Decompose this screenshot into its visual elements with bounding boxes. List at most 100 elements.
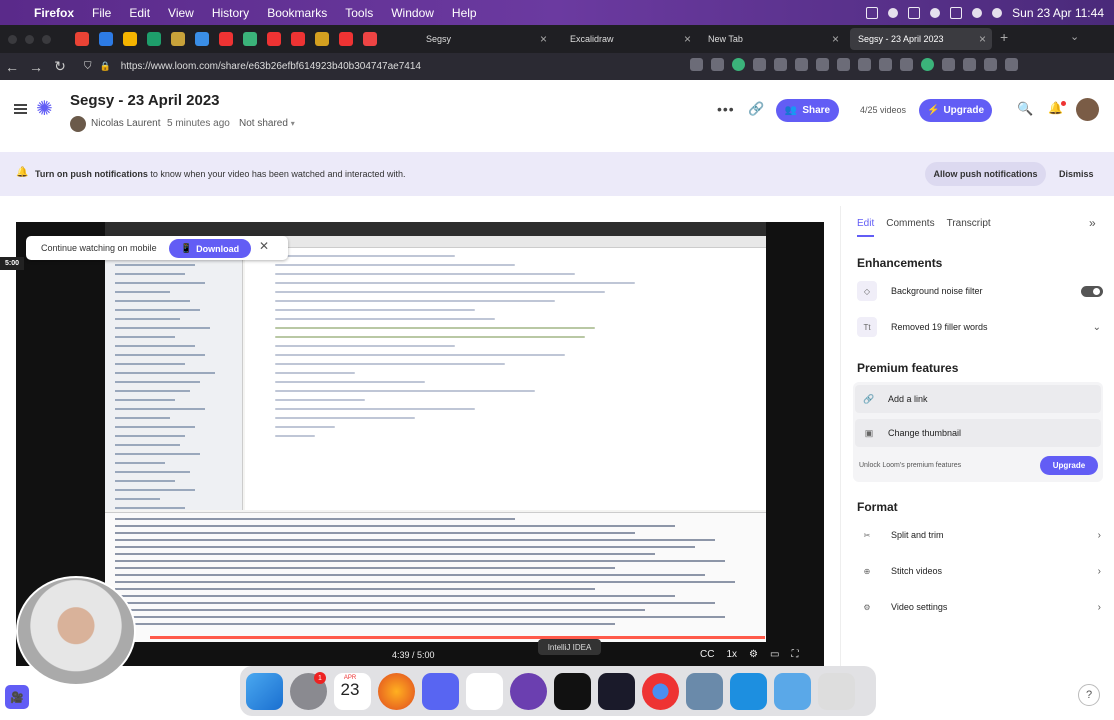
discord-icon[interactable] — [422, 672, 459, 710]
terminal-icon[interactable] — [598, 672, 635, 710]
tab-excalidraw[interactable]: Excalidraw × — [562, 28, 697, 50]
search-icon[interactable]: 🔍 — [1017, 101, 1033, 117]
shield-icon[interactable]: ⛉ — [84, 61, 92, 72]
record-camera-icon[interactable]: 🎥 — [5, 685, 29, 709]
extension-icon[interactable] — [816, 58, 829, 71]
menu-help[interactable]: Help — [452, 6, 477, 20]
youtube-icon[interactable] — [291, 32, 305, 46]
captions-icon[interactable]: CC — [700, 649, 714, 660]
share-button[interactable]: 👥 Share — [776, 99, 839, 122]
extension-icon[interactable] — [900, 58, 913, 71]
firefox-icon[interactable] — [378, 672, 415, 710]
help-icon[interactable]: ? — [1078, 684, 1100, 706]
finder-icon[interactable] — [246, 672, 283, 710]
noise-filter-toggle[interactable] — [1081, 285, 1103, 297]
hamburger-icon[interactable] — [14, 104, 27, 114]
status-icon[interactable] — [950, 6, 963, 19]
tab-edit[interactable]: Edit — [857, 218, 875, 237]
video-player[interactable] — [16, 222, 824, 666]
dismiss-button[interactable]: Dismiss — [1059, 169, 1094, 179]
lock-icon[interactable]: 🔒 — [100, 61, 111, 72]
status-icon[interactable] — [866, 6, 879, 19]
menu-edit[interactable]: Edit — [129, 6, 150, 20]
tab-transcript[interactable]: Transcript — [947, 218, 991, 237]
control-center-icon[interactable] — [992, 7, 1003, 18]
extension-icon[interactable] — [858, 58, 871, 71]
tab-new-tab[interactable]: New Tab × — [700, 28, 845, 50]
menu-view[interactable]: View — [168, 6, 194, 20]
extension-icon[interactable] — [942, 58, 955, 71]
status-icon[interactable] — [888, 7, 899, 18]
menu-history[interactable]: History — [212, 6, 249, 20]
docker-icon[interactable] — [730, 672, 767, 710]
upgrade-button[interactable]: ⚡ Upgrade — [919, 99, 992, 122]
progress-bar[interactable] — [150, 636, 765, 639]
extension-icon[interactable] — [984, 58, 997, 71]
add-link-row[interactable]: 🔗 Add a link — [855, 385, 1101, 413]
split-trim-row[interactable]: ✂ Split and trim › — [857, 521, 1103, 549]
speed-button[interactable]: 1x — [726, 649, 737, 660]
youtube-icon[interactable] — [219, 32, 233, 46]
sidebar-upgrade-button[interactable]: Upgrade — [1040, 456, 1098, 475]
pinned-tab-icon[interactable] — [363, 32, 377, 46]
extension-icon[interactable] — [921, 58, 934, 71]
close-icon[interactable]: × — [540, 32, 547, 46]
gmail-icon[interactable] — [75, 32, 89, 46]
settings-icon[interactable]: ⚙ — [749, 649, 758, 660]
camera-bubble[interactable] — [16, 576, 136, 686]
extension-icon[interactable] — [795, 58, 808, 71]
status-icon[interactable] — [908, 6, 921, 19]
close-icon[interactable]: × — [979, 32, 986, 46]
video-settings-row[interactable]: ⚙ Video settings › — [857, 593, 1103, 621]
extension-icon[interactable] — [774, 58, 787, 71]
filler-words-row[interactable]: Tt Removed 19 filler words ⌄ — [857, 313, 1103, 341]
star-icon[interactable] — [753, 58, 766, 71]
theater-icon[interactable]: ▭ — [770, 649, 779, 660]
emacs-icon[interactable] — [510, 672, 547, 710]
menu-icon[interactable] — [1005, 58, 1018, 71]
change-thumbnail-row[interactable]: ▣ Change thumbnail — [855, 419, 1101, 447]
download-button[interactable]: 📱 Download — [169, 239, 251, 258]
extension-icon[interactable] — [963, 58, 976, 71]
trash-icon[interactable] — [818, 672, 855, 710]
window-zoom-button[interactable] — [42, 34, 51, 44]
pinned-tab-icon[interactable] — [315, 32, 329, 46]
youtube-icon[interactable] — [267, 32, 281, 46]
menu-bookmarks[interactable]: Bookmarks — [267, 6, 327, 20]
status-icon[interactable] — [930, 7, 941, 18]
url-text[interactable]: https://www.loom.com/share/e63b26efbf614… — [121, 61, 421, 72]
pinned-tab-icon[interactable] — [99, 32, 113, 46]
wifi-icon[interactable] — [972, 7, 983, 18]
extension-icon[interactable] — [879, 58, 892, 71]
chevron-down-icon[interactable]: ⌄ — [1093, 322, 1101, 333]
menubar-clock[interactable]: Sun 23 Apr 11:44 — [1012, 6, 1104, 20]
extension-icon[interactable] — [837, 58, 850, 71]
fullscreen-icon[interactable]: ⛶ — [791, 649, 798, 660]
extension-icon[interactable] — [732, 58, 745, 71]
loom-logo-icon[interactable]: ✺ — [36, 99, 54, 119]
video-title[interactable]: Segsy - 23 April 2023 — [70, 92, 220, 109]
tab-active[interactable]: Segsy - 23 April 2023 × — [850, 28, 992, 50]
chrome-icon[interactable] — [642, 672, 679, 710]
folder-icon[interactable] — [774, 672, 811, 710]
window-close-button[interactable] — [8, 34, 17, 44]
visibility-dropdown[interactable]: Not shared ▾ — [239, 118, 295, 129]
reload-icon[interactable]: ↻ — [48, 58, 72, 75]
pinned-tab-icon[interactable] — [195, 32, 209, 46]
menu-window[interactable]: Window — [391, 6, 434, 20]
close-icon[interactable]: ✕ — [259, 239, 269, 253]
chevron-down-icon[interactable]: ⌄ — [1070, 30, 1079, 43]
copy-link-icon[interactable]: 🔗 — [748, 101, 764, 117]
stitch-videos-row[interactable]: ⊕ Stitch videos › — [857, 557, 1103, 585]
menu-file[interactable]: File — [92, 6, 111, 20]
more-options-icon[interactable]: ••• — [717, 101, 735, 117]
pinned-tab-icon[interactable] — [171, 32, 185, 46]
new-tab-icon[interactable]: + — [1000, 29, 1008, 45]
pinned-tab-icon[interactable] — [123, 32, 137, 46]
slack-icon[interactable] — [466, 672, 503, 710]
menu-app[interactable]: Firefox — [34, 6, 74, 20]
youtube-icon[interactable] — [339, 32, 353, 46]
user-avatar[interactable] — [1076, 98, 1099, 121]
preview-icon[interactable] — [686, 672, 723, 710]
url-bar[interactable]: ⛉ 🔒 https://www.loom.com/share/e63b26efb… — [76, 57, 686, 76]
